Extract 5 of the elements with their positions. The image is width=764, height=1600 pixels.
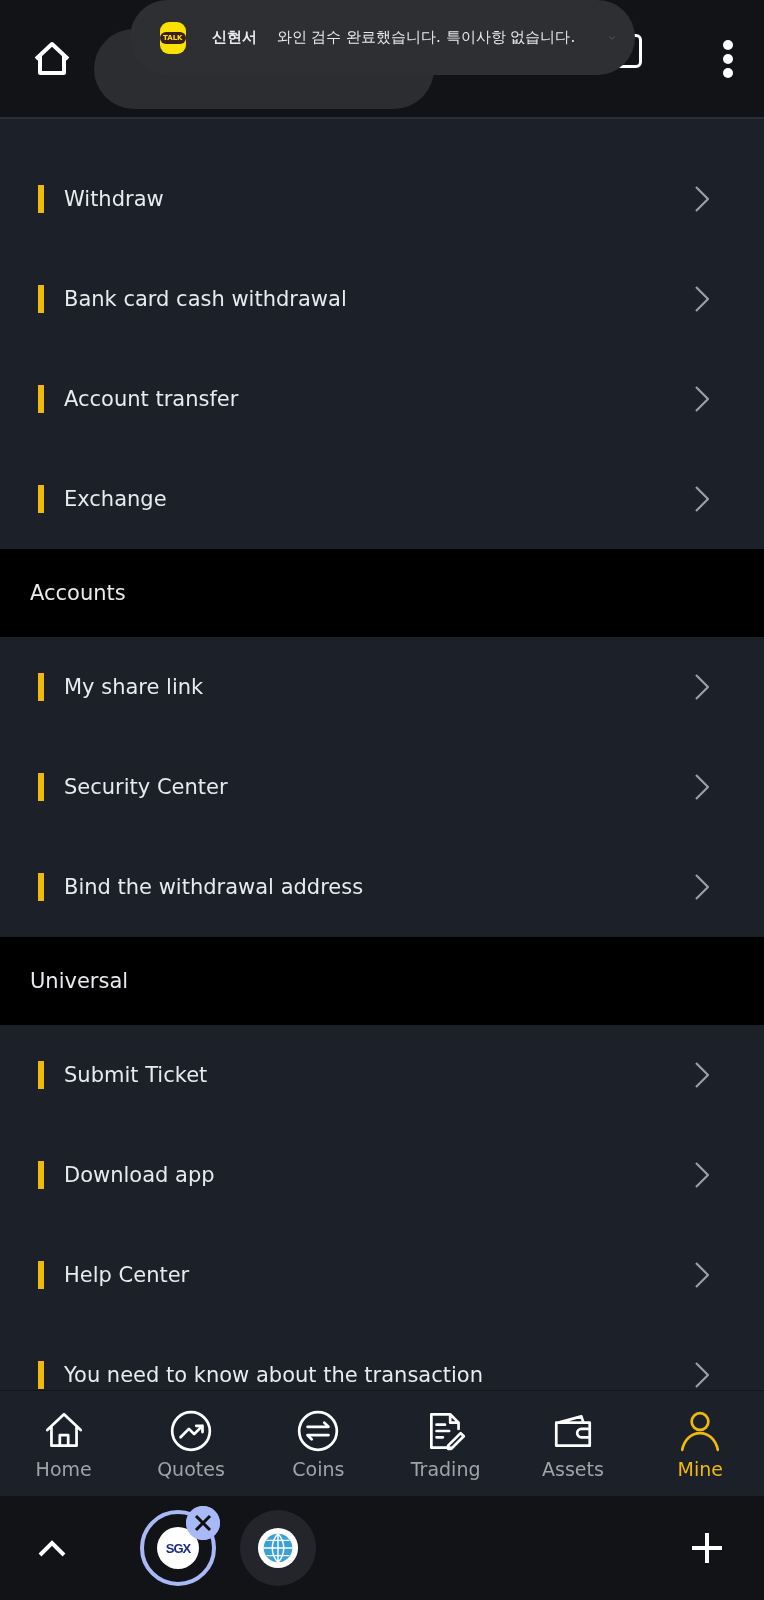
- section-header: Universal: [0, 937, 764, 1025]
- notification-sender: 신현서: [211, 28, 257, 47]
- section-header: Accounts: [0, 549, 764, 637]
- notification-message: 와인 검수 완료했습니다. 특이사항 없습니다.: [276, 28, 576, 47]
- site-logo: SGX: [157, 1527, 199, 1569]
